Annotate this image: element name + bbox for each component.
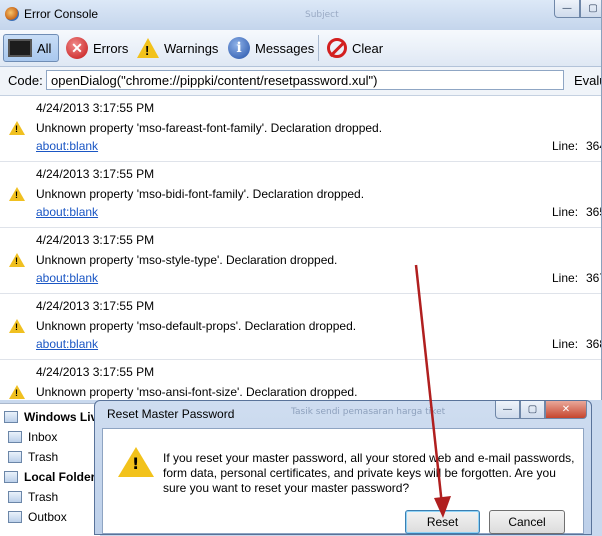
entry-timestamp: 4/24/2013 3:17:55 PM (36, 299, 155, 313)
all-button[interactable]: All (3, 34, 59, 62)
entry-source-link[interactable]: about:blank (36, 139, 98, 153)
warning-icon (9, 319, 25, 333)
folder-label: Trash (28, 450, 59, 464)
dialog-maximize-button[interactable]: ▢ (520, 401, 545, 419)
list-item[interactable]: 4/24/2013 3:17:55 PM Unknown property 'm… (0, 360, 601, 400)
entry-line-label: Line: (552, 271, 579, 285)
dialog-minimize-button[interactable]: — (495, 401, 520, 419)
entry-message: Unknown property 'mso-ansi-font-size'. D… (36, 385, 358, 399)
outbox-icon (8, 511, 22, 523)
folder-label: Inbox (28, 430, 58, 444)
minimize-button[interactable]: — (554, 0, 580, 18)
window-title: Error Console (24, 7, 99, 21)
console-icon (8, 39, 32, 57)
entry-message: Unknown property 'mso-default-props'. De… (36, 319, 357, 333)
error-console-window: Error Console Subject — ▢ All ✕ Errors W… (0, 0, 602, 400)
code-label: Code: (8, 73, 43, 88)
folder-label: Local Folders (24, 470, 103, 484)
entry-message: Unknown property 'mso-style-type'. Decla… (36, 253, 338, 267)
entry-line-number: 364 (586, 139, 601, 153)
all-label: All (37, 40, 52, 56)
folder-pane: Windows Live Inbox Trash Local Folders T… (0, 403, 104, 536)
reset-master-password-dialog: Reset Master Password Tasik sendi pemasa… (94, 400, 592, 535)
entry-line-number: 367 (586, 271, 601, 285)
dialog-close-button[interactable]: ✕ (545, 401, 587, 419)
code-input[interactable] (46, 70, 564, 90)
folder-account-local-folders[interactable]: Local Folders (4, 467, 102, 487)
trash-icon (8, 491, 22, 503)
background-subject-text: Subject (305, 10, 339, 20)
reset-button[interactable]: Reset (405, 510, 480, 534)
entry-line-number: 365 (586, 205, 601, 219)
dialog-message: If you reset your master password, all y… (163, 451, 575, 495)
folder-local-trash[interactable]: Trash (8, 487, 58, 507)
entry-message: Unknown property 'mso-fareast-font-famil… (36, 121, 383, 135)
entry-source-link[interactable]: about:blank (36, 337, 98, 351)
list-item[interactable]: 4/24/2013 3:17:55 PM Unknown property 'm… (0, 228, 601, 294)
warning-icon (9, 253, 25, 267)
folder-account-windows-live[interactable]: Windows Live (4, 407, 104, 427)
list-item[interactable]: 4/24/2013 3:17:55 PM Unknown property 'm… (0, 96, 601, 162)
entry-line-number: 368 (586, 337, 601, 351)
folder-label: Outbox (28, 510, 67, 524)
folder-inbox[interactable]: Inbox (8, 427, 57, 447)
entry-line-label: Line: (552, 139, 579, 153)
background-text: Tasik sendi pemasaran harga tiket (291, 407, 446, 417)
title-bar[interactable]: Error Console Subject — ▢ (0, 0, 601, 30)
entry-source-link[interactable]: about:blank (36, 205, 98, 219)
error-icon: ✕ (66, 37, 88, 59)
folder-outbox[interactable]: Outbox (8, 507, 67, 527)
entry-timestamp: 4/24/2013 3:17:55 PM (36, 101, 155, 115)
list-item[interactable]: 4/24/2013 3:17:55 PM Unknown property 'm… (0, 162, 601, 228)
cancel-button[interactable]: Cancel (489, 510, 565, 534)
entry-timestamp: 4/24/2013 3:17:55 PM (36, 233, 155, 247)
warning-icon (137, 38, 159, 58)
entry-timestamp: 4/24/2013 3:17:55 PM (36, 365, 155, 379)
clear-button[interactable]: Clear (327, 34, 383, 62)
warning-icon (9, 121, 25, 135)
app-icon (5, 7, 19, 21)
list-item[interactable]: 4/24/2013 3:17:55 PM Unknown property 'm… (0, 294, 601, 360)
messages-button[interactable]: i Messages (228, 34, 314, 62)
message-list[interactable]: 4/24/2013 3:17:55 PM Unknown property 'm… (0, 96, 601, 400)
warning-icon (9, 385, 25, 399)
folder-label: Windows Live (24, 410, 104, 424)
inbox-icon (8, 431, 22, 443)
entry-line-label: Line: (552, 337, 579, 351)
warning-icon (118, 447, 154, 477)
clear-label: Clear (352, 40, 384, 56)
entry-message: Unknown property 'mso-bidi-font-family'.… (36, 187, 365, 201)
entry-timestamp: 4/24/2013 3:17:55 PM (36, 167, 155, 181)
info-icon: i (228, 37, 250, 59)
warning-icon (9, 187, 25, 201)
evaluate-button[interactable]: Evaluate (574, 73, 601, 88)
errors-label: Errors (93, 40, 129, 56)
dialog-title: Reset Master Password (107, 407, 235, 421)
dialog-body: If you reset your master password, all y… (102, 428, 584, 534)
errors-button[interactable]: ✕ Errors (66, 34, 128, 62)
clear-icon (327, 38, 347, 58)
warnings-button[interactable]: Warnings (137, 34, 218, 62)
entry-source-link[interactable]: about:blank (36, 271, 98, 285)
messages-label: Messages (255, 40, 315, 56)
warnings-label: Warnings (164, 40, 219, 56)
account-icon (4, 411, 18, 423)
local-folders-icon (4, 471, 18, 483)
maximize-button[interactable]: ▢ (580, 0, 601, 18)
toolbar-separator (318, 35, 319, 61)
folder-trash[interactable]: Trash (8, 447, 58, 467)
code-bar: Code: Evaluate (0, 67, 601, 96)
trash-icon (8, 451, 22, 463)
entry-line-label: Line: (552, 205, 579, 219)
folder-label: Trash (28, 490, 59, 504)
console-toolbar: All ✕ Errors Warnings i Messages Clear (0, 30, 601, 67)
